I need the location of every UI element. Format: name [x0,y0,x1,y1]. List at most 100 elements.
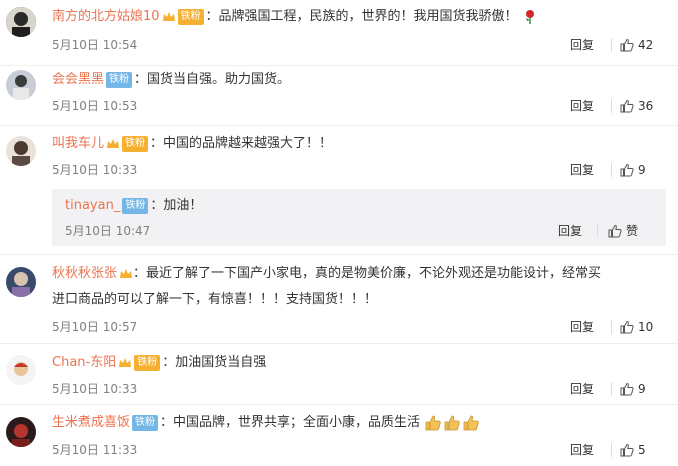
comment-text: ：中国品牌，世界共享；全面小康，品质生活 [160,415,421,430]
avatar-image [6,7,36,37]
avatar-image [6,267,36,297]
comment-text: ：加油国货当自强 [162,355,267,370]
like-button[interactable]: 9 [620,162,646,178]
like-label: 赞 [626,224,639,238]
thumbs-up-icon [620,320,634,334]
thumbs-up-icon [620,38,634,52]
comment-time: 5月10日 10:33 [52,382,138,396]
like-button[interactable]: 赞 [608,223,638,239]
username-link[interactable]: 南方的北方姑娘10 [52,9,160,24]
username-link[interactable]: 会会黑黑 [52,72,104,87]
comment-item: 生米煮成喜饭 铁粉 ：中国品牌，世界共享；全面小康，品质生活 5月10日 11:33… [0,411,678,466]
sub-reply: tinayan_ 铁粉 ：加油！ 5月10日 10:47 回复 赞 [52,189,666,246]
avatar-image [6,355,36,385]
reply-button[interactable]: 回复 [570,162,594,178]
comment-text: ：中国的品牌越来越强大了！！ [150,136,333,151]
like-count: 5 [638,443,646,457]
fan-badge: 铁粉 [122,135,149,152]
comment-content: Chan-东阳 铁粉 ：加油国货当自强 [52,353,266,373]
divider [611,320,612,334]
comment-text: ：品牌强国工程，民族的，世界的！我用国货我骄傲！ [205,9,518,24]
thumbs-up-icon [620,163,634,177]
thumbs-up-icon [608,224,622,238]
reply-button[interactable]: 回复 [570,381,594,397]
vip-crown-icon [120,268,133,278]
avatar[interactable] [6,355,36,385]
like-button[interactable]: 42 [620,37,653,53]
divider [597,224,598,238]
comment-text: ：最近了解了一下国产小家电，真的是物美价廉，不论外观还是功能设计，经常买 [133,266,602,281]
reply-button[interactable]: 回复 [570,442,594,458]
comment-content: 秋秋秋张张 ：最近了解了一下国产小家电，真的是物美价廉，不论外观还是功能设计，经常… [52,264,601,284]
vip-crown-icon [162,11,175,21]
vip-crown-icon [107,138,120,148]
thumbs-up-icon [425,415,479,430]
comment-text: ：国货当自强。助力国货。 [134,72,291,87]
comment-separator [0,125,678,126]
divider [611,99,612,113]
fan-badge: 铁粉 [122,197,149,214]
avatar-image [6,70,36,100]
like-count: 36 [638,99,654,113]
comment-time: 5月10日 10:33 [52,163,138,177]
divider [611,163,612,177]
divider [611,38,612,52]
comment-text: ：加油！ [150,198,203,213]
like-button[interactable]: 36 [620,98,653,114]
reply-button[interactable]: 回复 [570,37,594,53]
avatar[interactable] [6,136,36,166]
comment-time: 5月10日 10:57 [52,320,138,334]
reply-button[interactable]: 回复 [570,98,594,114]
avatar-image [6,136,36,166]
username-link[interactable]: tinayan_ [65,198,120,213]
fan-badge: 铁粉 [177,8,204,25]
comment-item: 南方的北方姑娘10 铁粉 ：品牌强国工程，民族的，世界的！我用国货我骄傲！ 5月10… [0,5,678,65]
thumbs-up-icon [620,99,634,113]
avatar[interactable] [6,7,36,37]
username-link[interactable]: 叫我车儿 [52,136,104,151]
rose-icon [525,9,534,24]
fan-badge: 铁粉 [106,71,133,88]
reply-button[interactable]: 回复 [558,223,582,239]
comment-item: Chan-东阳 铁粉 ：加油国货当自强 5月10日 10:33 回复 9 [0,349,678,405]
thumbs-up-icon [620,382,634,396]
sub-reply-content: tinayan_ 铁粉 ：加油！ [65,197,202,215]
username-link[interactable]: Chan-东阳 [52,355,116,370]
divider [611,382,612,396]
comment-time: 5月10日 10:53 [52,99,138,113]
comment-content: 南方的北方姑娘10 铁粉 ：品牌强国工程，民族的，世界的！我用国货我骄傲！ [52,7,538,27]
divider [611,443,612,457]
like-count: 10 [638,320,654,334]
like-button[interactable]: 10 [620,319,653,335]
comment-time: 5月10日 11:33 [52,443,138,457]
thumbs-up-icon [620,443,634,457]
fan-badge: 铁粉 [134,354,161,371]
comment-item: 会会黑黑 铁粉 ：国货当自强。助力国货。 5月10日 10:53 回复 36 [0,68,678,128]
avatar[interactable] [6,267,36,297]
fan-badge: 铁粉 [132,414,159,431]
comment-content: 会会黑黑 铁粉 ：国货当自强。助力国货。 [52,70,290,90]
comment-time: 5月10日 10:54 [52,38,138,52]
comment-separator [0,404,678,405]
like-button[interactable]: 5 [620,442,646,458]
avatar-image [6,417,36,447]
comment-item: 秋秋秋张张 ：最近了解了一下国产小家电，真的是物美价廉，不论外观还是功能设计，经常… [0,258,678,344]
reply-button[interactable]: 回复 [570,319,594,335]
username-link[interactable]: 秋秋秋张张 [52,266,117,281]
comment-separator [0,65,678,66]
comment-text: 进口商品的可以了解一下，有惊喜！！！支持国货！！！ [52,292,378,307]
comment-separator [0,343,678,344]
comment-content: 叫我车儿 铁粉 ：中国的品牌越来越强大了！！ [52,134,332,154]
like-count: 9 [638,382,646,396]
avatar[interactable] [6,417,36,447]
comment-separator [0,254,678,255]
like-count: 42 [638,38,654,52]
comment-content-continued: 进口商品的可以了解一下，有惊喜！！！支持国货！！！ [52,290,377,310]
vip-crown-icon [119,357,132,367]
avatar[interactable] [6,70,36,100]
comment-content: 生米煮成喜饭 铁粉 ：中国品牌，世界共享；全面小康，品质生活 [52,413,484,433]
like-count: 9 [638,163,646,177]
username-link[interactable]: 生米煮成喜饭 [52,415,130,430]
comment-time: 5月10日 10:47 [65,224,151,238]
like-button[interactable]: 9 [620,381,646,397]
